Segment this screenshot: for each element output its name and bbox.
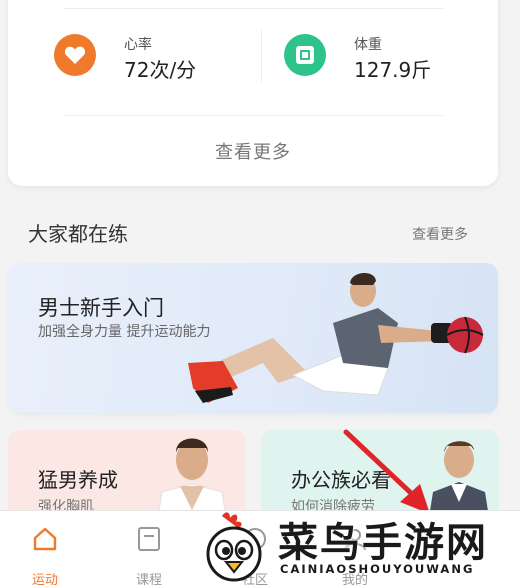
watermark-subtitle: CAINIAOSHOUYOUWANG bbox=[280, 562, 475, 576]
chick-logo-icon bbox=[206, 512, 262, 582]
divider bbox=[63, 115, 443, 116]
tab-course[interactable]: 课程 bbox=[119, 525, 179, 586]
watermark-title: 菜鸟手游网 bbox=[278, 520, 488, 566]
divider bbox=[63, 8, 443, 9]
home-icon bbox=[33, 527, 57, 551]
tab-label: 课程 bbox=[135, 573, 162, 586]
site-watermark: 菜鸟手游网 CAINIAOSHOUYOUWANG bbox=[200, 508, 520, 586]
see-more-stats-link[interactable]: 查看更多 bbox=[8, 138, 498, 164]
divider bbox=[261, 30, 262, 82]
weight-value: 127.9斤 bbox=[354, 58, 432, 82]
heart-rate-label: 心率 bbox=[124, 37, 152, 53]
heart-rate-value: 72次/分 bbox=[124, 58, 197, 82]
section-title: 大家都在练 bbox=[28, 222, 128, 246]
pointer-arrow-icon bbox=[343, 429, 430, 514]
tab-sport[interactable]: 运动 bbox=[15, 525, 75, 586]
scale-icon bbox=[284, 34, 326, 76]
athlete-illustration bbox=[188, 272, 484, 403]
weight-label: 体重 bbox=[354, 37, 382, 53]
course-icon bbox=[138, 527, 160, 551]
course-card-title: 猛男养成 bbox=[38, 468, 118, 492]
beginner-course-banner[interactable]: 男士新手入门 加强全身力量 提升运动能力 bbox=[8, 263, 498, 413]
health-stats-card: 心率 72次/分 体重 127.9斤 查看更多 bbox=[8, 0, 498, 186]
tab-label: 运动 bbox=[31, 573, 58, 586]
heart-icon bbox=[54, 34, 96, 76]
banner-title: 男士新手入门 bbox=[38, 296, 164, 320]
section-see-more-link[interactable]: 查看更多 bbox=[412, 224, 468, 244]
